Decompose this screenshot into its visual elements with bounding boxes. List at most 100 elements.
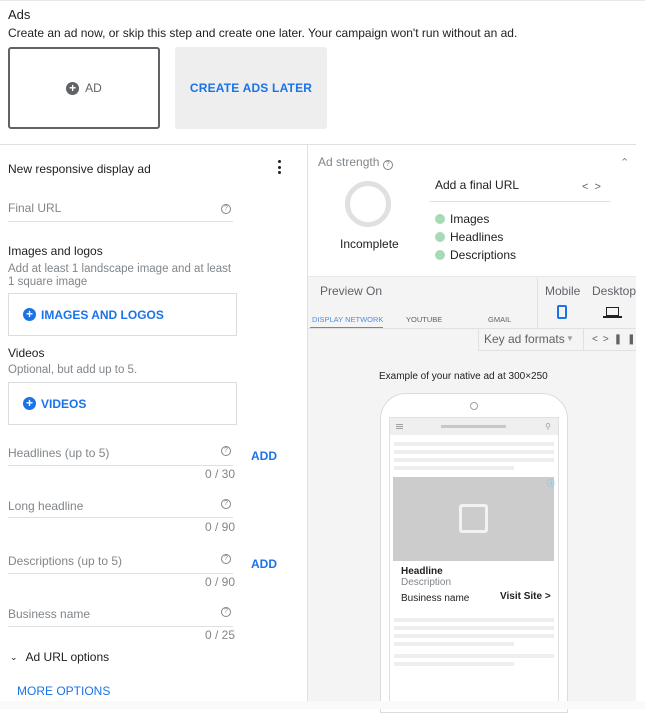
add-videos-button[interactable]: + VIDEOS <box>8 382 237 425</box>
headlines-field[interactable]: Headlines (up to 5) ? <box>8 443 233 466</box>
ads-section-description: Create an ad now, or skip this step and … <box>8 26 518 40</box>
tab-display-network[interactable]: DISPLAY NETWORK <box>312 315 383 324</box>
laptop-base <box>603 316 622 318</box>
placeholder-line <box>394 450 554 454</box>
tab-gmail[interactable]: GMAIL <box>488 315 511 324</box>
chevron-down-icon: ⌄ <box>10 651 18 662</box>
help-icon[interactable]: ? <box>221 499 231 509</box>
camera-icon <box>470 402 478 410</box>
ad-card-title: New responsive display ad <box>8 162 151 176</box>
final-url-field[interactable]: Final URL ? <box>8 198 233 222</box>
add-images-button[interactable]: + IMAGES AND LOGOS <box>8 293 237 336</box>
videos-heading: Videos <box>8 346 45 360</box>
add-headline-button[interactable]: ADD <box>251 449 277 463</box>
videos-hint: Optional, but add up to 5. <box>8 364 138 376</box>
kebab-vertical-icon[interactable] <box>276 159 282 175</box>
previous-icon[interactable]: < <box>592 334 603 345</box>
create-ads-later-button[interactable]: CREATE ADS LATER <box>175 47 327 129</box>
placeholder-line <box>394 634 554 638</box>
business-name-field[interactable]: Business name ? <box>8 604 233 627</box>
descriptions-counter: 0 / 90 <box>204 575 235 589</box>
image-icon <box>459 504 488 533</box>
images-hint: Add at least 1 landscape image and at le… <box>8 263 232 288</box>
business-name-counter: 0 / 25 <box>204 628 235 642</box>
status-dot-icon <box>435 214 445 224</box>
add-ad-label: AD <box>85 81 102 95</box>
top-divider <box>0 0 645 1</box>
help-icon[interactable]: ? <box>221 446 231 456</box>
ad-strength-tip: Add a final URL <box>435 178 520 192</box>
status-dot-icon <box>435 232 445 242</box>
ad-strength-status: Incomplete <box>340 237 399 251</box>
sample-ad-cta: Visit Site > <box>500 591 551 602</box>
long-headline-field[interactable]: Long headline ? <box>8 496 233 518</box>
long-headline-counter: 0 / 90 <box>204 520 235 534</box>
chevron-right-icon[interactable]: > <box>594 181 606 193</box>
help-icon[interactable]: ? <box>382 160 393 170</box>
long-headline-label: Long headline <box>8 499 84 513</box>
sample-ad-description: Description <box>401 577 452 588</box>
next-icon[interactable]: > <box>603 334 614 345</box>
placeholder-line <box>394 466 514 470</box>
placeholder-line <box>394 662 514 666</box>
preview-caption: Example of your native ad at 300×250 <box>379 371 548 382</box>
descriptions-field[interactable]: Descriptions (up to 5) ? <box>8 550 233 574</box>
more-options-button[interactable]: MORE OPTIONS <box>17 684 110 698</box>
preview-on-label: Preview On <box>320 284 383 298</box>
add-images-label: IMAGES AND LOGOS <box>41 307 164 322</box>
url-bar-placeholder <box>441 425 506 428</box>
section-divider <box>0 144 636 145</box>
create-ads-later-label: CREATE ADS LATER <box>189 81 313 95</box>
chevron-right-icon: > <box>544 591 551 602</box>
sample-ad-business-name: Business name <box>401 593 470 604</box>
images-heading: Images and logos <box>8 244 103 258</box>
ad-format-select[interactable]: Key ad formats <box>484 332 565 346</box>
add-ad-button[interactable]: + AD <box>8 47 160 129</box>
hamburger-menu-icon <box>396 424 403 429</box>
tip-divider <box>430 201 610 202</box>
placeholder-line <box>394 458 554 462</box>
placeholder-line <box>394 618 554 622</box>
tab-youtube[interactable]: YOUTUBE <box>406 315 442 324</box>
add-description-button[interactable]: ADD <box>251 557 277 571</box>
sample-ad-headline: Headline <box>401 566 443 577</box>
ads-section-title: Ads <box>8 7 31 22</box>
final-url-label: Final URL <box>8 201 62 215</box>
preview-controls: <>❚❚ <box>592 334 640 345</box>
ad-url-options-toggle[interactable]: ⌄ Ad URL options <box>10 650 109 664</box>
bottom-edge <box>0 701 645 709</box>
checklist-item: Descriptions <box>435 248 516 262</box>
placeholder-line <box>394 642 514 646</box>
placeholder-line <box>394 442 554 446</box>
chevron-up-icon[interactable]: ⌃ <box>620 156 629 169</box>
help-icon[interactable]: ? <box>221 204 231 214</box>
ad-strength-title: Ad strength ? <box>318 155 393 170</box>
preview-divider <box>308 276 636 277</box>
device-desktop-label[interactable]: Desktop <box>592 284 636 298</box>
headlines-label: Headlines (up to 5) <box>8 446 110 460</box>
ad-url-options-label: Ad URL options <box>25 650 110 664</box>
status-dot-icon <box>435 250 445 260</box>
plus-circle-icon: + <box>66 81 80 95</box>
plus-circle-icon: + <box>23 308 36 321</box>
pause-icon[interactable]: ❚❚ <box>614 334 641 345</box>
chevron-left-icon[interactable]: < <box>582 181 594 193</box>
business-name-label: Business name <box>8 607 91 621</box>
plus-circle-icon: + <box>23 397 36 410</box>
headlines-counter: 0 / 30 <box>204 467 235 481</box>
device-divider <box>537 278 538 328</box>
checklist-item: Headlines <box>435 230 503 244</box>
checklist-item: Images <box>435 212 489 226</box>
placeholder-line <box>394 654 554 658</box>
tip-navigation[interactable]: <> <box>582 181 607 193</box>
descriptions-label: Descriptions (up to 5) <box>8 554 123 568</box>
device-mobile-label[interactable]: Mobile <box>545 284 580 298</box>
laptop-icon[interactable] <box>606 307 619 316</box>
ad-strength-gauge <box>345 181 391 227</box>
help-icon[interactable]: ? <box>221 554 231 564</box>
search-icon: ⚲ <box>545 422 551 431</box>
mobile-phone-icon[interactable] <box>557 305 567 319</box>
toolbar-divider <box>583 329 584 351</box>
help-icon[interactable]: ? <box>221 607 231 617</box>
caret-down-icon[interactable]: ▼ <box>566 334 574 343</box>
